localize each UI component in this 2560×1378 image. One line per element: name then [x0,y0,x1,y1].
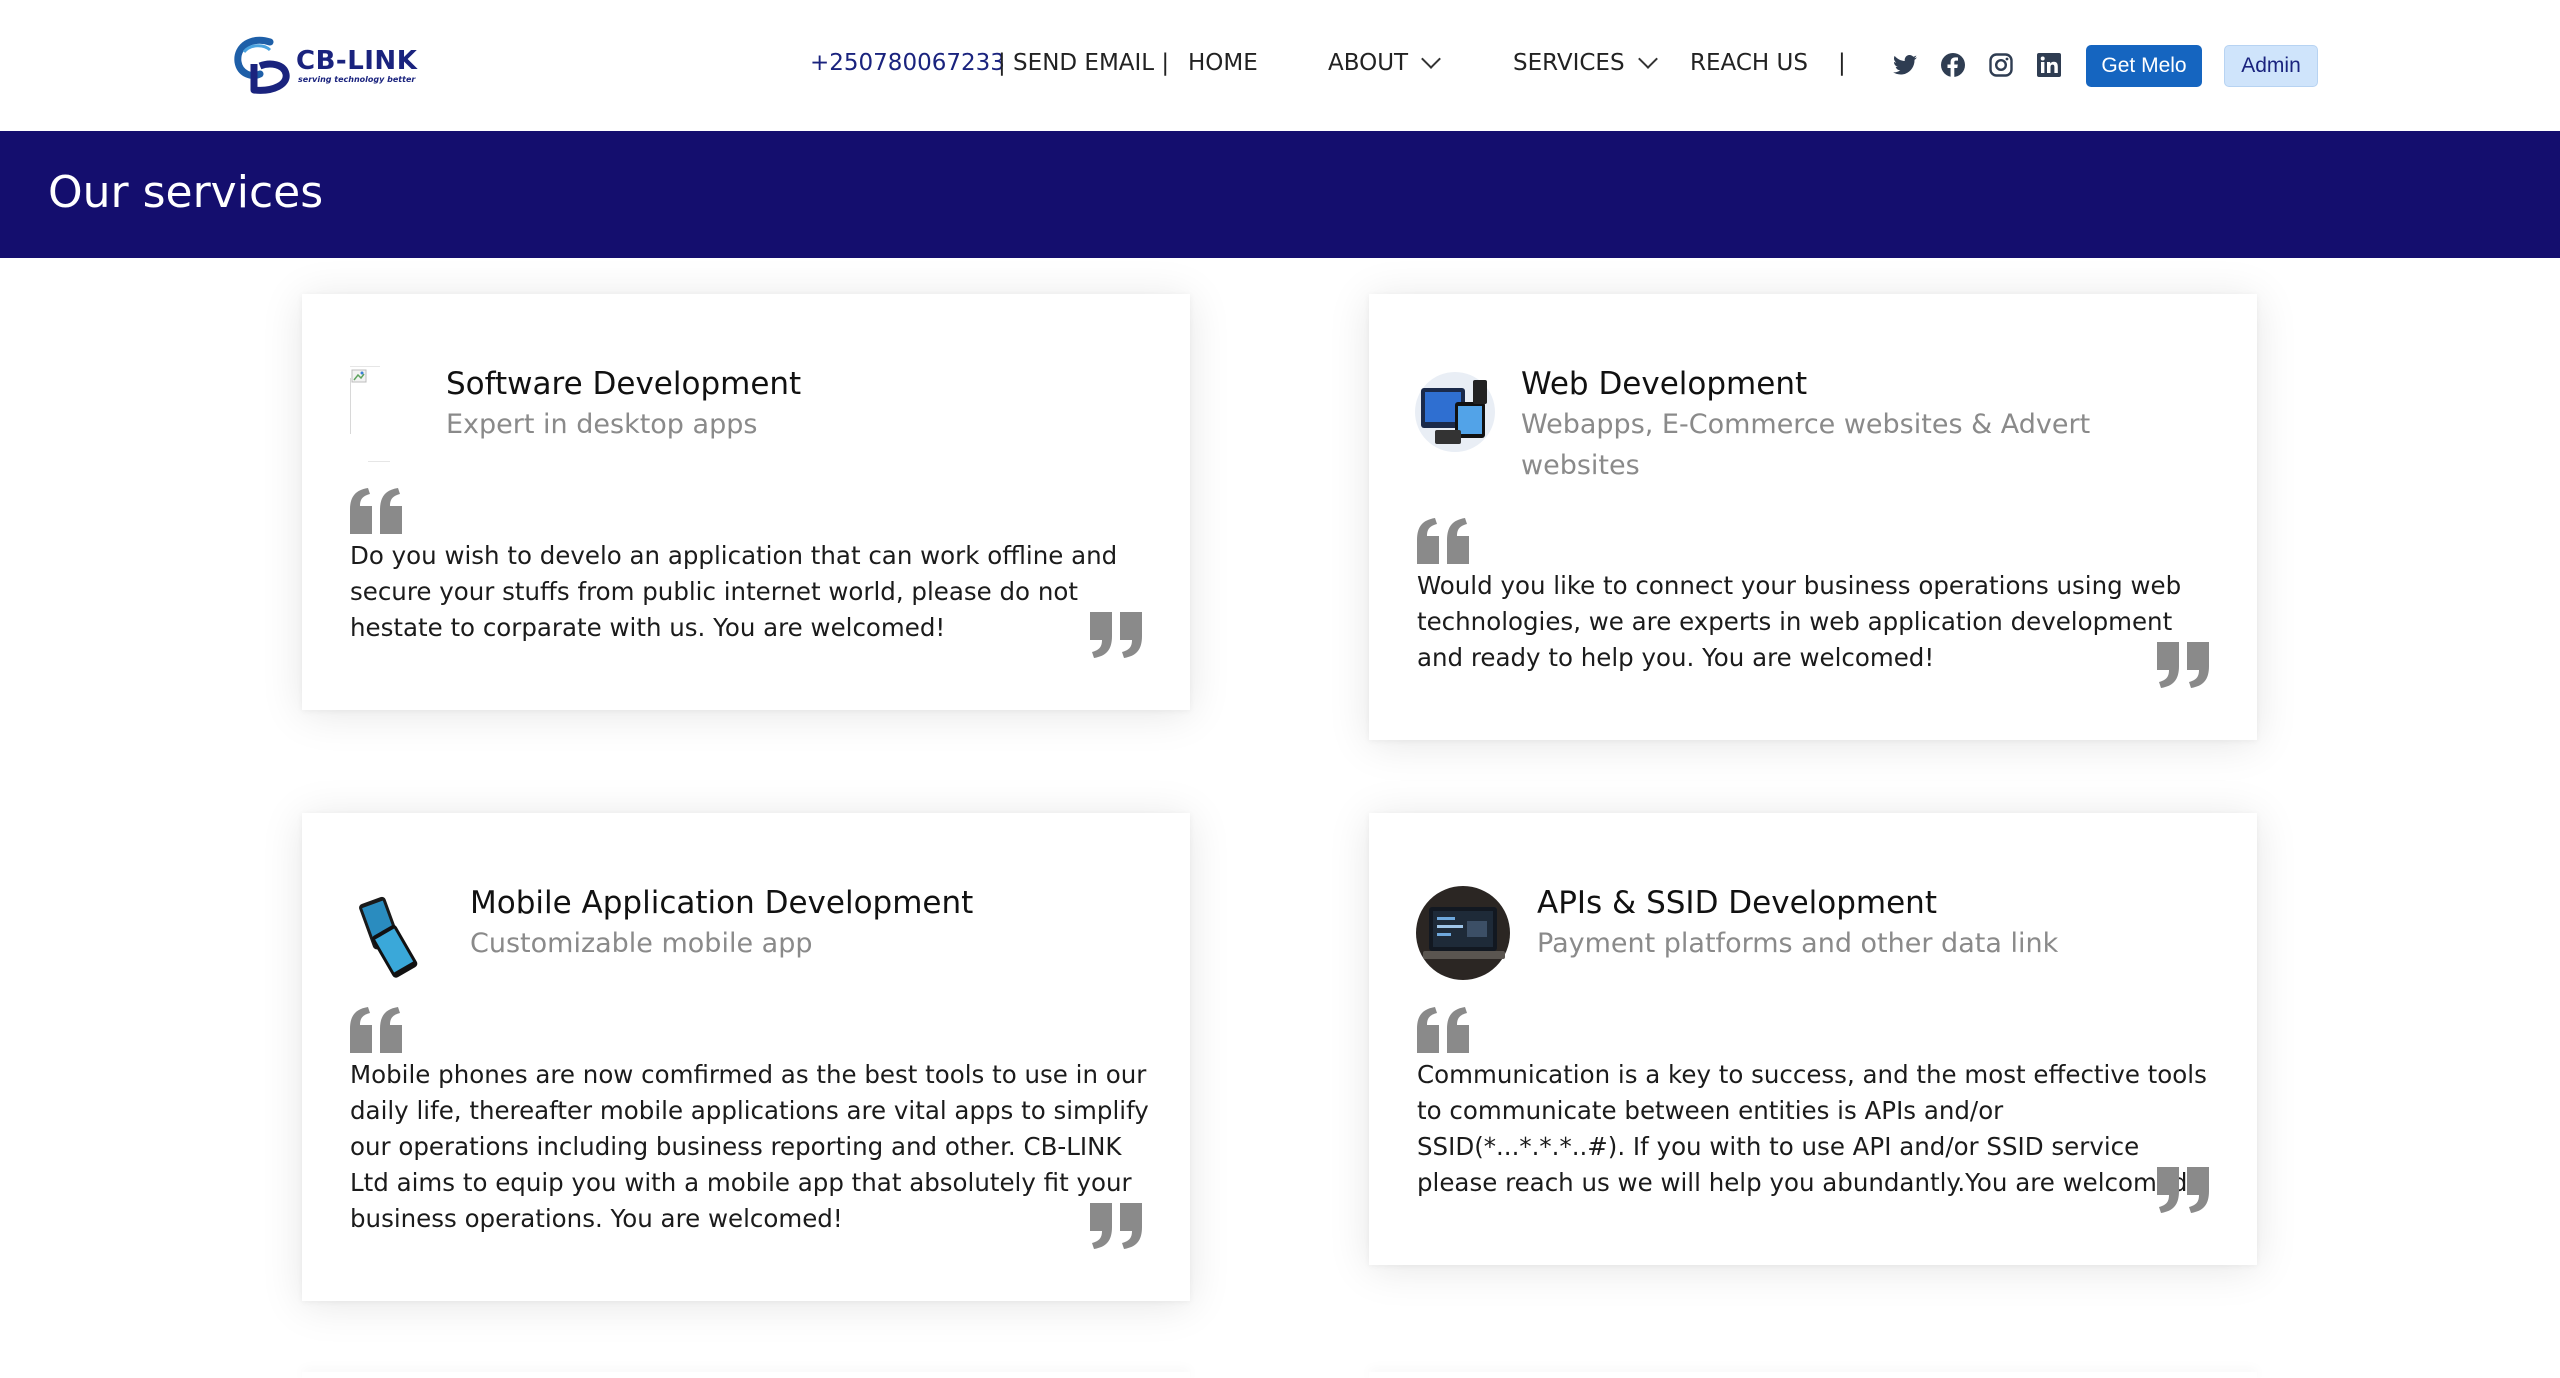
linkedin-icon[interactable] [2036,52,2062,78]
quote-open-icon [1417,1007,1471,1055]
service-subtitle: Payment platforms and other data link [1537,928,2059,959]
chevron-down-icon [1637,49,1658,69]
phone-link[interactable]: +250780067233 [810,50,1005,76]
service-description: Do you wish to develo an application tha… [350,541,1118,642]
service-title: Web Development [1521,366,1808,402]
service-card-apis: APIs & SSID Development Payment platform… [1369,813,2257,1265]
quote-open-icon [350,1007,404,1055]
api-laptop-image [1415,885,1513,981]
logo[interactable]: CB-LINK serving technology better [230,34,430,96]
site-header: CB-LINK serving technology better +25078… [0,0,2560,131]
nav-about-label: ABOUT [1328,50,1409,76]
logo-name: CB-LINK [296,45,418,76]
page-banner: Our services [0,131,2560,258]
instagram-icon[interactable] [1988,52,2014,78]
logo-mark-icon [230,34,294,96]
twitter-icon[interactable] [1892,52,1918,78]
admin-button[interactable]: Admin [2224,45,2318,87]
service-subtitle: Expert in desktop apps [446,409,758,440]
nav-home[interactable]: HOME [1188,50,1258,76]
mobile-phones-image [350,885,424,981]
page-title: Our services [48,167,324,218]
service-card-web: Web Development Webapps, E-Commerce webs… [1369,294,2257,740]
send-email-link[interactable]: | SEND EMAIL | [998,50,1169,76]
quote-close-icon [2157,1167,2211,1215]
chevron-down-icon [1421,49,1442,69]
service-description: Would you like to connect your business … [1417,571,2182,672]
facebook-icon[interactable] [1940,52,1966,78]
nav-separator: | [1838,50,1846,76]
service-title: APIs & SSID Development [1537,885,1937,921]
service-card-partial [302,1372,1190,1378]
service-subtitle: Customizable mobile app [470,928,813,959]
service-card-partial [1369,1372,2257,1378]
quote-close-icon [1090,1203,1144,1251]
service-description: Mobile phones are now comfirmed as the b… [350,1060,1149,1233]
service-card-mobile: Mobile Application Development Customiza… [302,813,1190,1301]
service-title: Software Development [446,366,802,402]
service-title: Mobile Application Development [470,885,974,921]
web-dev-image [1415,366,1497,458]
quote-open-icon [350,488,404,536]
service-subtitle: Webapps, E-Commerce websites & Advert we… [1521,409,2091,481]
broken-image-icon [349,365,398,463]
logo-tagline: serving technology better [298,74,416,84]
nav-services[interactable]: SERVICES [1513,49,1658,76]
quote-close-icon [2157,642,2211,690]
nav-about[interactable]: ABOUT [1328,49,1442,76]
get-melo-button[interactable]: Get Melo [2086,45,2202,87]
quote-open-icon [1417,518,1471,566]
nav-services-label: SERVICES [1513,50,1625,76]
service-description: Communication is a key to success, and t… [1417,1060,2207,1197]
nav-reach-us[interactable]: REACH US [1690,50,1808,76]
quote-close-icon [1090,612,1144,660]
service-card-software: Software Development Expert in desktop a… [302,294,1190,710]
